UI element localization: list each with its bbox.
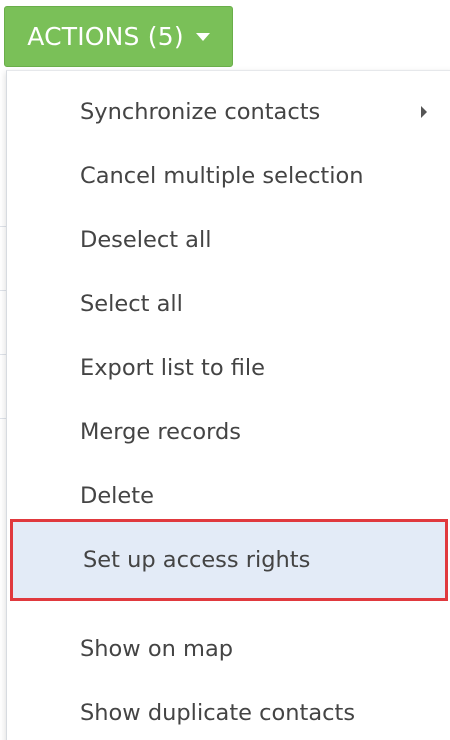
menu-item-label: Set up access rights: [83, 547, 311, 573]
menu-item-show-on-map[interactable]: Show on map: [7, 618, 445, 680]
actions-menu: Synchronize contacts Cancel multiple sel…: [6, 70, 450, 740]
menu-item-label: Export list to file: [80, 355, 266, 381]
menu-item-cancel-multiple-selection[interactable]: Cancel multiple selection: [7, 145, 445, 207]
menu-item-label: Merge records: [80, 419, 241, 445]
chevron-right-icon: [421, 106, 427, 118]
menu-item-export-list-to-file[interactable]: Export list to file: [7, 337, 445, 399]
caret-down-icon: [195, 32, 210, 41]
menu-item-label: Cancel multiple selection: [80, 163, 364, 189]
menu-item-select-all[interactable]: Select all: [7, 273, 445, 335]
menu-item-delete[interactable]: Delete: [7, 465, 445, 527]
actions-button-label: ACTIONS (5): [27, 22, 184, 51]
menu-item-show-duplicate-contacts[interactable]: Show duplicate contacts: [7, 682, 445, 740]
menu-item-label: Show on map: [80, 636, 234, 662]
menu-item-label: Delete: [80, 483, 154, 509]
actions-dropdown-button[interactable]: ACTIONS (5): [4, 6, 233, 67]
menu-item-deselect-all[interactable]: Deselect all: [7, 209, 445, 271]
menu-item-label: Deselect all: [80, 227, 212, 253]
menu-item-label: Select all: [80, 291, 183, 317]
app-page: ACTIONS (5) Synchronize contacts Cancel …: [0, 0, 450, 740]
menu-item-merge-records[interactable]: Merge records: [7, 401, 445, 463]
menu-item-synchronize-contacts[interactable]: Synchronize contacts: [7, 81, 445, 143]
menu-item-label: Synchronize contacts: [80, 99, 321, 125]
menu-item-set-up-access-rights[interactable]: Set up access rights: [10, 519, 448, 601]
menu-item-label: Show duplicate contacts: [80, 700, 356, 726]
